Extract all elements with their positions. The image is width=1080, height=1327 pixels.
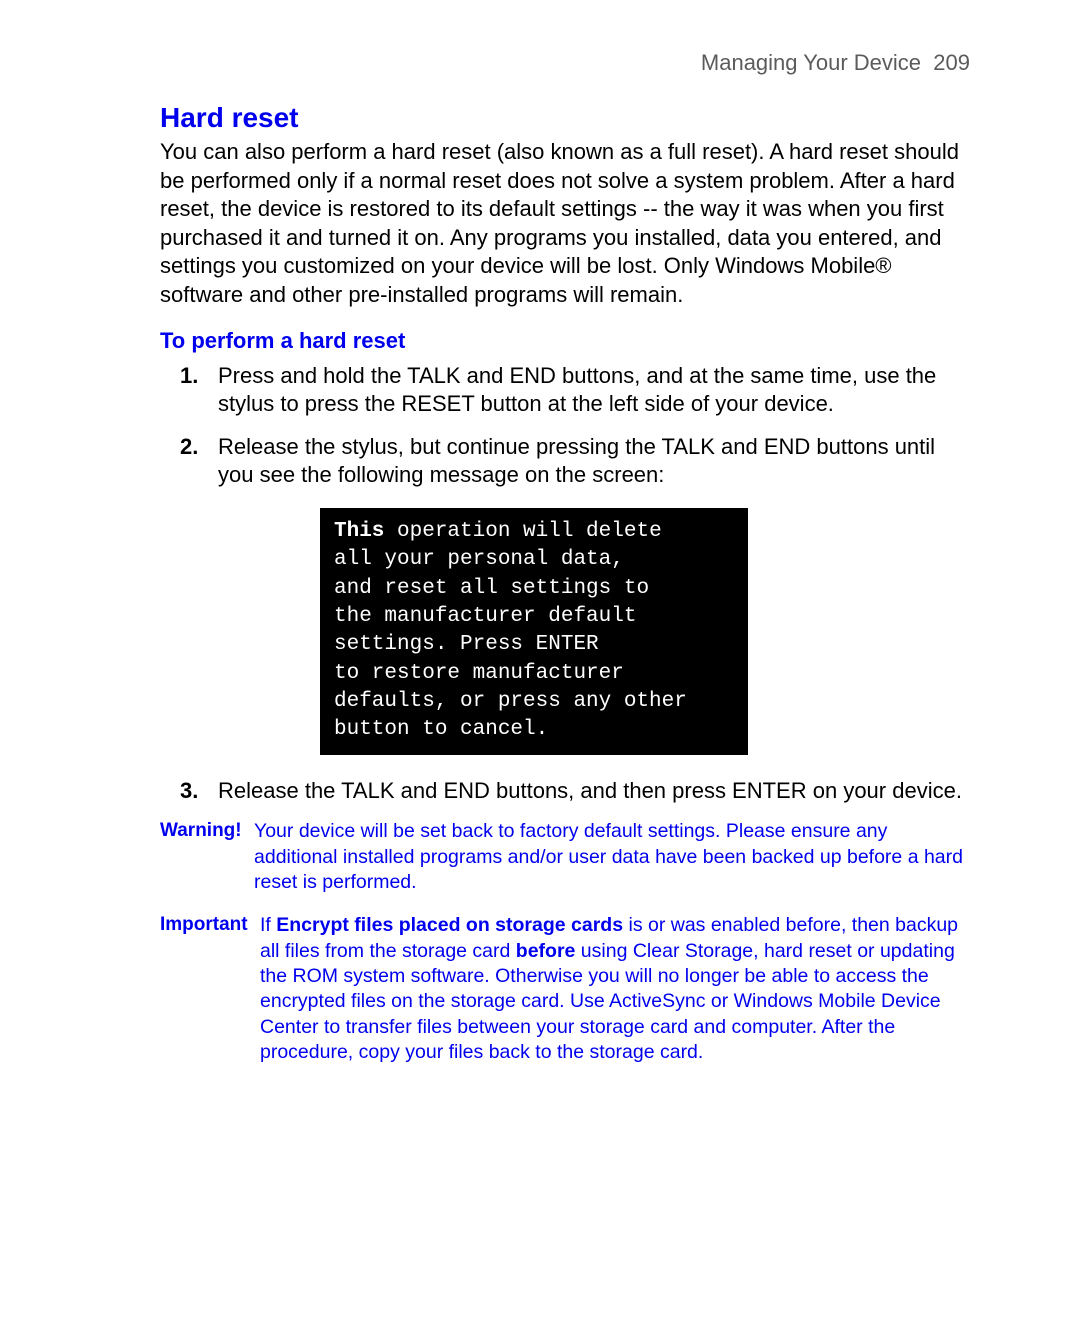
console-message: This operation will delete all your pers…: [320, 508, 748, 755]
important-bold2: before: [516, 940, 576, 962]
step-number: 1.: [180, 362, 198, 391]
section-title: Hard reset: [160, 102, 970, 134]
warning-callout: Warning! Your device will be set back to…: [160, 819, 970, 895]
running-header: Managing Your Device 209: [160, 50, 970, 76]
warning-label: Warning!: [160, 819, 254, 844]
procedure-list-cont: 3. Release the TALK and END buttons, and…: [180, 777, 970, 806]
important-pre: If: [260, 914, 276, 936]
step-text: Release the TALK and END buttons, and th…: [218, 778, 962, 803]
important-callout: Important If Encrypt files placed on sto…: [160, 913, 970, 1065]
procedure-list: 1. Press and hold the TALK and END butto…: [180, 362, 970, 490]
step-2: 2. Release the stylus, but continue pres…: [180, 433, 970, 490]
page-number: 209: [933, 50, 970, 75]
console-rest: operation will delete all your personal …: [334, 520, 687, 741]
intro-paragraph: You can also perform a hard reset (also …: [160, 138, 970, 310]
console-bold: This: [334, 520, 384, 543]
important-text: If Encrypt files placed on storage cards…: [260, 913, 970, 1065]
document-page: Managing Your Device 209 Hard reset You …: [0, 0, 1080, 1203]
step-text: Press and hold the TALK and END buttons,…: [218, 363, 936, 417]
important-bold1: Encrypt files placed on storage cards: [276, 914, 623, 936]
warning-text: Your device will be set back to factory …: [254, 819, 970, 895]
step-1: 1. Press and hold the TALK and END butto…: [180, 362, 970, 419]
procedure-heading: To perform a hard reset: [160, 328, 970, 354]
step-text: Release the stylus, but continue pressin…: [218, 434, 935, 488]
important-label: Important: [160, 913, 260, 938]
chapter-title: Managing Your Device: [701, 50, 921, 75]
step-number: 3.: [180, 777, 198, 806]
step-3: 3. Release the TALK and END buttons, and…: [180, 777, 970, 806]
step-number: 2.: [180, 433, 198, 462]
